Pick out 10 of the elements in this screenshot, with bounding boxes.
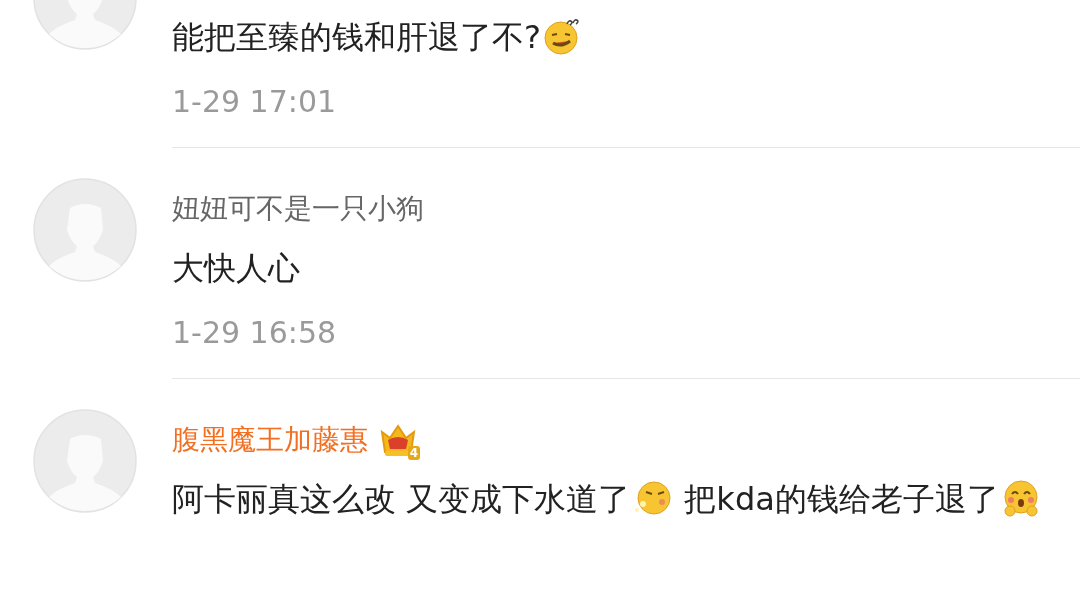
comment-text: 大快人心 <box>172 248 301 289</box>
comment-text: 能把至臻的钱和肝退了不? <box>172 9 1080 65</box>
user-name[interactable]: 腹黑魔王加藤惠 <box>172 421 368 459</box>
comment-text: 阿卡丽真这么改 又变成下水道了 把kda的钱给老子退了 <box>172 471 1080 527</box>
user-name[interactable]: 妞妞可不是一只小狗 <box>172 190 424 228</box>
avatar-icon[interactable] <box>33 178 137 282</box>
comment-time: 1-29 16:58 <box>172 314 338 352</box>
avatar-icon[interactable] <box>33 409 137 513</box>
puffing-face-icon <box>632 478 673 518</box>
comment-time: 1-29 17:01 <box>172 83 338 121</box>
